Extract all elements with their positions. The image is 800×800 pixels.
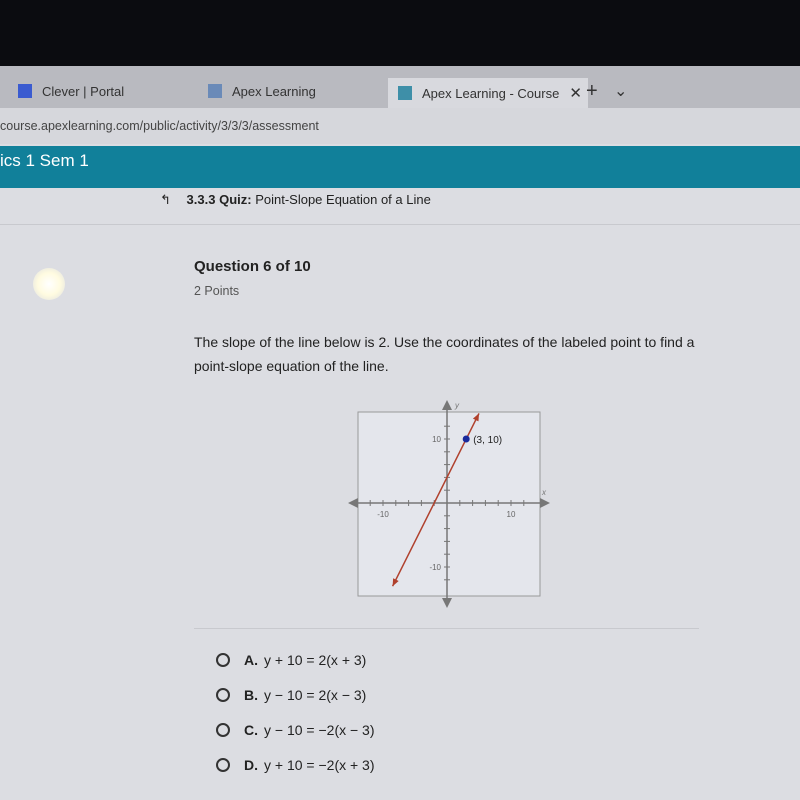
activity-title: Point-Slope Equation of a Line: [255, 192, 431, 207]
answer-option[interactable]: C. y − 10 = −2(x − 3): [216, 722, 375, 738]
tab-label: Clever | Portal: [42, 83, 125, 99]
plot-frame: [357, 411, 541, 597]
activity-type: Quiz:: [219, 192, 252, 207]
question-prompt: The slope of the line below is 2. Use th…: [194, 334, 695, 374]
breadcrumb: ↰ 3.3.3 Quiz: Point-Slope Equation of a …: [160, 192, 431, 208]
tab-menu-button[interactable]: ⌄: [614, 74, 627, 108]
answer-option[interactable]: A. y + 10 = 2(x + 3): [216, 652, 366, 668]
tab-apex[interactable]: Apex Learning: [208, 74, 388, 108]
x-tick-label: -10: [377, 510, 389, 519]
option-text: y + 10 = 2(x + 3): [264, 652, 367, 668]
apex-icon: [398, 86, 412, 100]
x-axis-arrow: [540, 498, 550, 508]
apex-icon: [208, 84, 222, 98]
radio-button[interactable]: [216, 723, 230, 737]
x-axis-arrow: [348, 498, 358, 508]
question-header: Question 6 of 10: [194, 258, 311, 275]
labeled-point: [462, 435, 470, 443]
tab-label: Apex Learning - Course: [422, 85, 560, 101]
y-tick-label: -10: [429, 563, 441, 572]
activity-number: 3.3.3: [186, 192, 216, 207]
answer-option[interactable]: B. y − 10 = 2(x − 3): [216, 687, 366, 703]
close-icon[interactable]: ✕: [569, 84, 582, 102]
divider: [194, 628, 699, 629]
screen-bezel: [0, 0, 800, 66]
y-tick-label: 10: [432, 435, 441, 444]
tab-label: Apex Learning: [232, 83, 316, 99]
x-axis-label: x: [541, 488, 547, 497]
course-title: ics 1 Sem 1: [0, 151, 89, 170]
x-tick-label: 10: [507, 510, 516, 519]
radio-button[interactable]: [216, 758, 230, 772]
y-axis-label: y: [454, 401, 460, 410]
radio-button[interactable]: [216, 688, 230, 702]
url-text: course.apexlearning.com/public/activity/…: [0, 119, 319, 133]
option-letter: D.: [244, 757, 258, 773]
clever-icon: [18, 84, 32, 98]
option-text: y − 10 = 2(x − 3): [264, 687, 367, 703]
screen-glare: [33, 268, 65, 300]
address-bar[interactable]: course.apexlearning.com/public/activity/…: [0, 108, 800, 144]
radio-button[interactable]: [216, 653, 230, 667]
tab-apex-course[interactable]: Apex Learning - Course ✕: [388, 78, 588, 108]
new-tab-button[interactable]: +: [586, 74, 598, 108]
option-letter: B.: [244, 687, 258, 703]
tab-clever[interactable]: Clever | Portal: [18, 74, 198, 108]
answer-option[interactable]: D. y + 10 = −2(x + 3): [216, 757, 375, 773]
option-letter: A.: [244, 652, 258, 668]
back-arrow-icon[interactable]: ↰: [160, 192, 171, 207]
y-axis-arrow: [442, 598, 452, 608]
divider: [0, 224, 800, 225]
question-points: 2 Points: [194, 284, 240, 298]
y-axis-arrow: [442, 400, 452, 410]
option-text: y − 10 = −2(x − 3): [264, 722, 375, 738]
option-letter: C.: [244, 722, 258, 738]
course-header: ics 1 Sem 1: [0, 146, 800, 188]
point-label: (3, 10): [473, 435, 502, 446]
option-text: y + 10 = −2(x + 3): [264, 757, 375, 773]
coordinate-graph: -10 10 10 -10 y x (3, 10): [348, 400, 550, 608]
tab-bar: Clever | Portal Apex Learning Apex Learn…: [0, 66, 800, 108]
